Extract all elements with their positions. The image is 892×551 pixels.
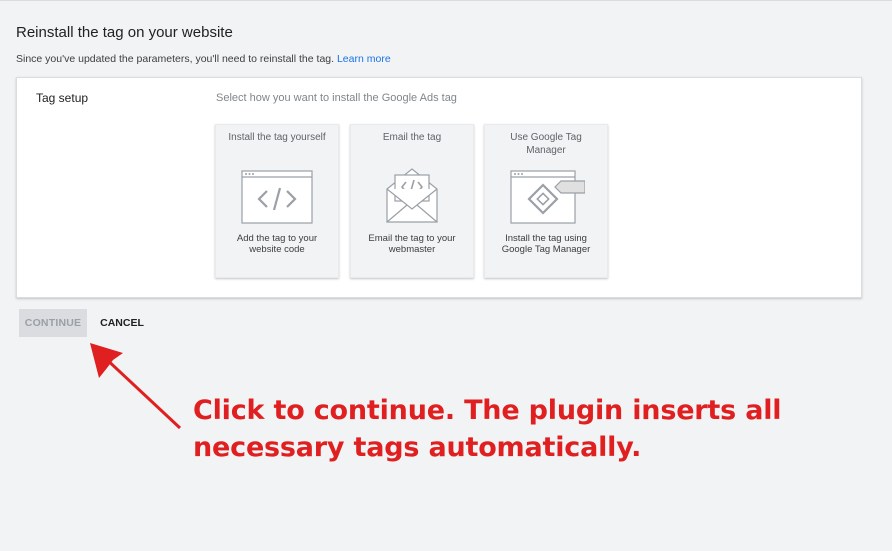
annotation-text: Click to continue. The plugin inserts al…: [193, 395, 782, 463]
annotation-arrow-icon: [90, 343, 182, 430]
page-subtitle: Since you've updated the parameters, you…: [16, 53, 391, 65]
page-title: Reinstall the tag on your website: [16, 24, 233, 41]
option-tag-manager-card[interactable]: Use Google Tag Manager Install the tag u…: [484, 124, 608, 278]
option-email-tag-card[interactable]: Email the tag Email the tag to your webm…: [350, 124, 474, 278]
cancel-button[interactable]: CANCEL: [92, 309, 152, 337]
top-divider: [0, 0, 892, 1]
option-title: Install the tag yourself: [228, 132, 326, 143]
option-description: Install the tag using Google Tag Manager: [501, 233, 591, 255]
option-title: Use Google Tag Manager: [510, 132, 582, 156]
envelope-code-icon: [386, 168, 438, 223]
tag-manager-icon: [510, 170, 585, 224]
option-title: Email the tag: [382, 132, 442, 143]
learn-more-link[interactable]: Learn more: [337, 53, 391, 65]
tag-setup-panel: Tag setup Select how you want to install…: [16, 77, 862, 298]
option-description: Add the tag to your website code: [236, 233, 318, 255]
code-window-icon: [241, 170, 313, 224]
install-method-instruction: Select how you want to install the Googl…: [216, 92, 457, 104]
continue-button[interactable]: CONTINUE: [19, 309, 87, 337]
tag-setup-label: Tag setup: [36, 91, 89, 105]
subtitle-text: Since you've updated the parameters, you…: [16, 53, 335, 65]
option-description: Email the tag to your webmaster: [368, 233, 456, 255]
option-install-yourself-card[interactable]: Install the tag yourself Add the tag to …: [215, 124, 339, 278]
